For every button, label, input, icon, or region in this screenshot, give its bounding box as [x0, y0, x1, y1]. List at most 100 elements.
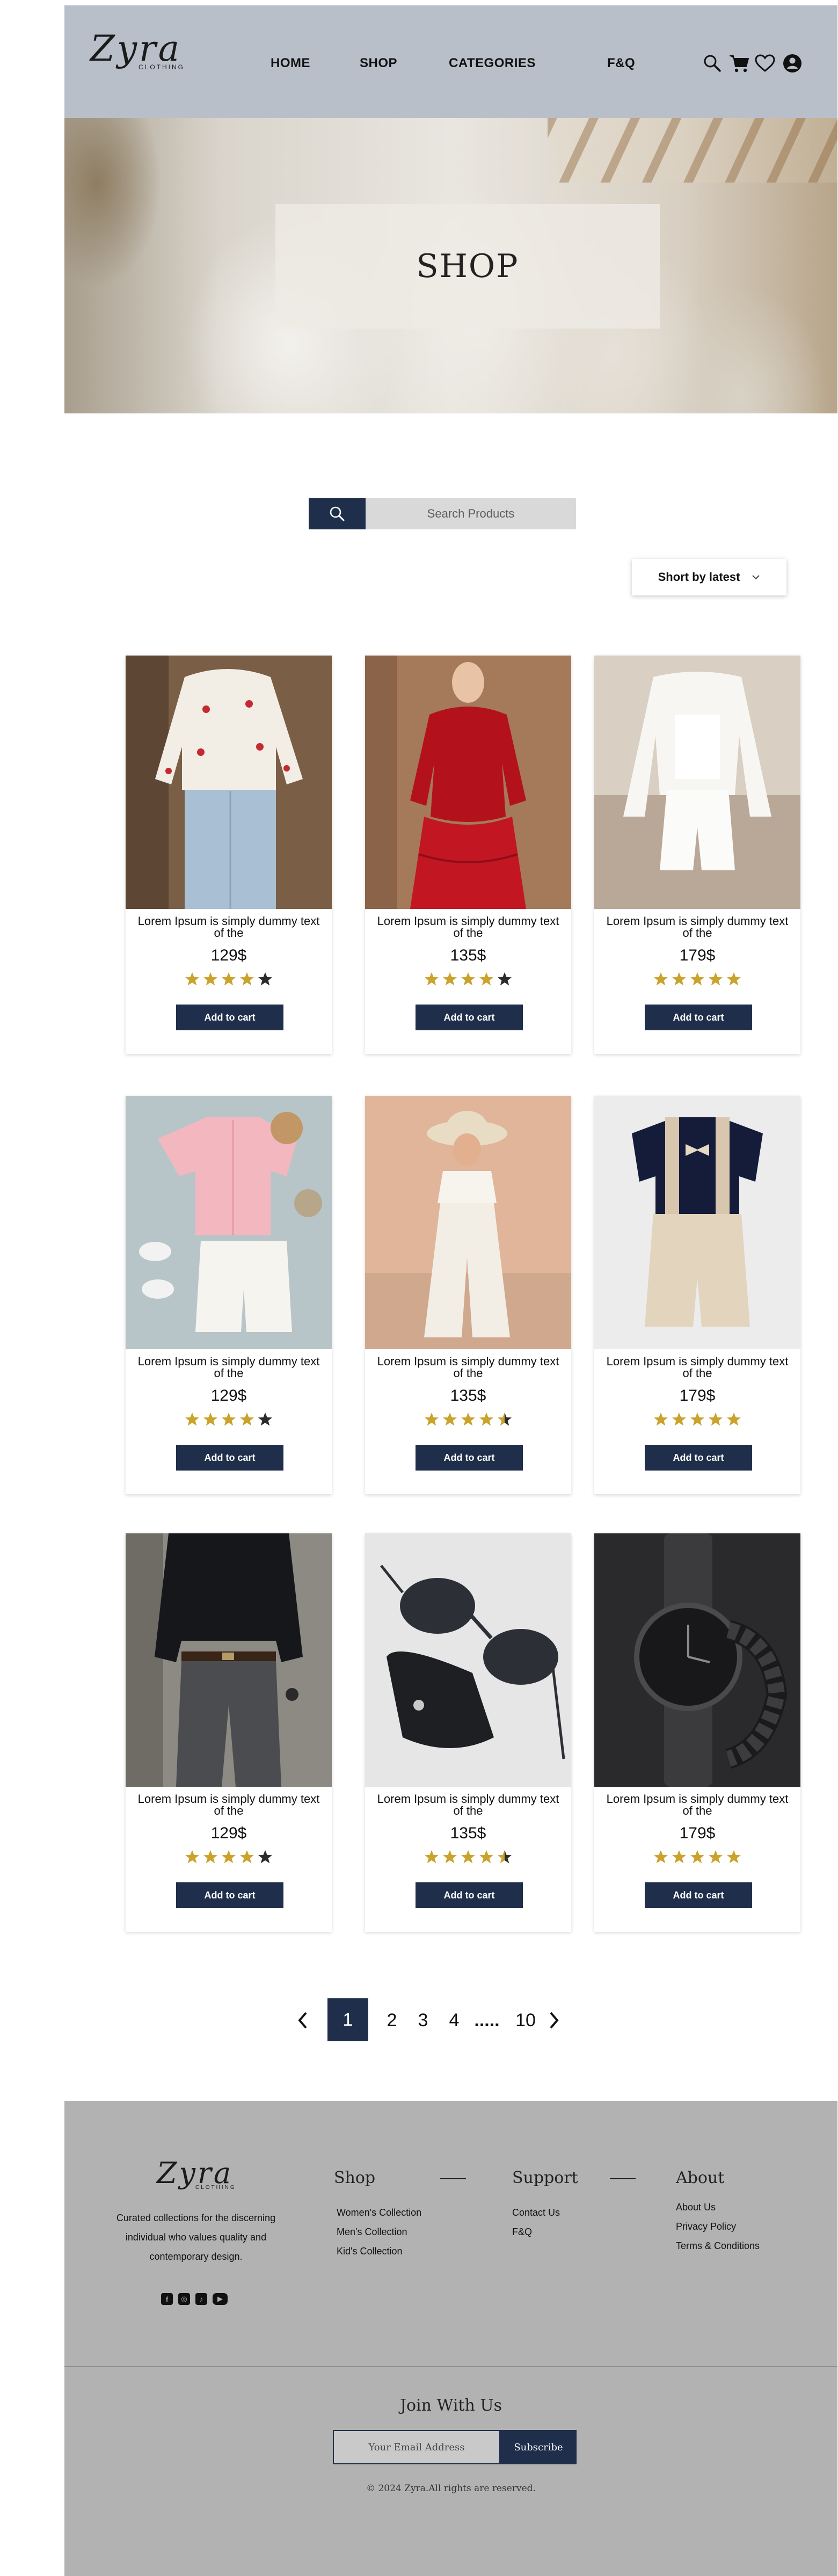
footer-link[interactable]: Contact Us [512, 2207, 560, 2218]
add-to-cart-button[interactable]: Add to cart [416, 1445, 523, 1471]
product-price: 129$ [210, 1824, 247, 1842]
footer-link[interactable]: Kid's Collection [337, 2246, 403, 2257]
product-price: 135$ [450, 1824, 486, 1842]
star-icon-full [690, 1850, 704, 1864]
chevron-left-icon [298, 2012, 307, 2029]
add-to-cart-button[interactable]: Add to cart [176, 1005, 283, 1030]
search-button[interactable] [309, 498, 366, 529]
star-icon-full [461, 972, 475, 986]
product-image[interactable] [365, 1533, 571, 1787]
next-page-button[interactable] [544, 2000, 564, 2040]
add-to-cart-button[interactable]: Add to cart [645, 1445, 752, 1471]
footer-link[interactable]: Women's Collection [337, 2207, 421, 2218]
star-icon-full [425, 1850, 439, 1864]
prev-page-button[interactable] [293, 2000, 312, 2040]
product-price: 179$ [679, 947, 716, 964]
nav-categories[interactable]: CATEGORIES [449, 56, 536, 71]
footer-link[interactable]: Terms & Conditions [676, 2240, 760, 2252]
search-input[interactable] [366, 498, 576, 529]
user-icon[interactable] [782, 53, 803, 74]
star-icon-full [425, 972, 439, 986]
product-name: Lorem Ipsum is simply dummy text of the [137, 1355, 320, 1380]
hero-background-image [548, 118, 837, 183]
footer-heading-shop: Shop [334, 2169, 376, 2187]
site-footer: Zyra CLOTHING Curated collections for th… [64, 2101, 837, 2576]
product-image[interactable] [365, 1096, 571, 1349]
heart-icon[interactable] [754, 53, 776, 74]
product-name: Lorem Ipsum is simply dummy text of the [137, 1792, 320, 1817]
tiktok-icon[interactable]: ♪ [195, 2293, 207, 2305]
star-icon-full [425, 1413, 439, 1426]
product-price: 135$ [450, 1387, 486, 1405]
product-name: Lorem Ipsum is simply dummy text of the [377, 914, 559, 940]
page-button[interactable]: 1 [327, 1998, 368, 2041]
star-icon-full [240, 972, 254, 986]
product-image[interactable] [126, 656, 332, 909]
product-card: Lorem Ipsum is simply dummy text of the … [594, 1096, 800, 1494]
rating-stars [365, 1849, 571, 1865]
star-icon-full [443, 972, 457, 986]
cart-icon[interactable] [728, 53, 750, 74]
youtube-icon[interactable]: ▶ [213, 2293, 228, 2305]
nav-fq[interactable]: F&Q [607, 56, 635, 71]
email-field[interactable] [333, 2430, 500, 2464]
rating-stars [126, 1411, 332, 1428]
star-icon-full [709, 1413, 723, 1426]
star-icon-full [185, 972, 199, 986]
page-ellipsis: ..... [474, 2010, 500, 2031]
add-to-cart-button[interactable]: Add to cart [176, 1445, 283, 1471]
search-icon [330, 506, 345, 521]
footer-divider [64, 2366, 837, 2367]
page-button[interactable]: 4 [444, 2000, 464, 2040]
nav-shop[interactable]: SHOP [360, 56, 397, 71]
footer-heading-about: About [676, 2169, 725, 2187]
star-icon-full [672, 1413, 686, 1426]
star-icon-half [498, 1850, 512, 1864]
footer-link[interactable]: About Us [676, 2202, 716, 2213]
nav-home[interactable]: HOME [271, 56, 310, 71]
star-icon-full [240, 1850, 254, 1864]
star-icon-full [203, 972, 217, 986]
add-to-cart-button[interactable]: Add to cart [176, 1882, 283, 1908]
product-image[interactable] [594, 1096, 800, 1349]
facebook-icon[interactable]: f [161, 2293, 173, 2305]
product-image[interactable] [126, 1096, 332, 1349]
product-image[interactable] [365, 656, 571, 909]
star-icon-full [727, 1413, 741, 1426]
star-icon-full [185, 1413, 199, 1426]
star-icon-full [479, 1413, 493, 1426]
product-image[interactable] [594, 656, 800, 909]
newsletter-heading: Join With Us [399, 2396, 502, 2415]
add-to-cart-button[interactable]: Add to cart [645, 1882, 752, 1908]
star-icon-full [222, 972, 236, 986]
star-icon-full [709, 972, 723, 986]
search-icon[interactable] [702, 53, 723, 74]
add-to-cart-button[interactable]: Add to cart [416, 1005, 523, 1030]
product-card: Lorem Ipsum is simply dummy text of the … [365, 1533, 571, 1932]
logo-text: Zyra [157, 2156, 234, 2190]
footer-link[interactable]: Men's Collection [337, 2226, 407, 2238]
instagram-icon[interactable]: ◎ [178, 2293, 190, 2305]
footer-logo[interactable]: Zyra CLOTHING [157, 2159, 236, 2191]
star-icon-full [203, 1850, 217, 1864]
footer-link[interactable]: Privacy Policy [676, 2221, 736, 2232]
product-name: Lorem Ipsum is simply dummy text of the [377, 1355, 559, 1380]
footer-divider-line [610, 2178, 636, 2179]
add-to-cart-button[interactable]: Add to cart [416, 1882, 523, 1908]
add-to-cart-button[interactable]: Add to cart [645, 1005, 752, 1030]
product-image[interactable] [126, 1533, 332, 1787]
logo[interactable]: Zyra CLOTHING [90, 31, 185, 71]
logo-subtext: CLOTHING [195, 2185, 236, 2191]
product-image[interactable] [594, 1533, 800, 1787]
page-button[interactable]: 3 [413, 2000, 433, 2040]
star-icon-empty [498, 972, 512, 986]
page-button[interactable]: 10 [512, 2000, 539, 2040]
product-name: Lorem Ipsum is simply dummy text of the [137, 914, 320, 940]
site-header: Zyra CLOTHING HOME SHOP CATEGORIES F&Q [64, 5, 837, 118]
page-button[interactable]: 2 [382, 2000, 402, 2040]
sort-dropdown[interactable]: Short by latest [632, 559, 786, 595]
star-icon-full [479, 972, 493, 986]
footer-link[interactable]: F&Q [512, 2226, 532, 2238]
subscribe-button[interactable]: Subscribe [500, 2430, 577, 2464]
rating-stars [126, 1849, 332, 1865]
